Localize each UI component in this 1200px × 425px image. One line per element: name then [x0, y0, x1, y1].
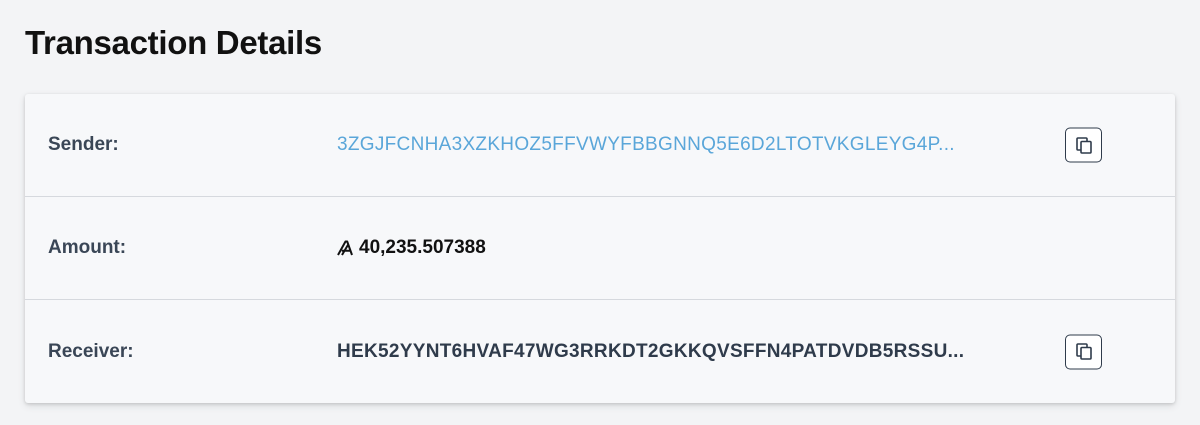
transaction-details-card: Sender: 3ZGJFCNHA3XZKHOZ5FFVWYFBBGNNQ5E6…	[25, 94, 1175, 403]
amount-value-group: 40,235.507388	[337, 237, 486, 259]
amount-label: Amount:	[48, 237, 127, 258]
amount-value: 40,235.507388	[359, 237, 486, 258]
amount-row: Amount: 40,235.507388	[25, 197, 1175, 300]
sender-row: Sender: 3ZGJFCNHA3XZKHOZ5FFVWYFBBGNNQ5E6…	[25, 94, 1175, 197]
receiver-address: HEK52YYNT6HVAF47WG3RRKDT2GKKQVSFFN4PATDV…	[337, 340, 965, 362]
receiver-label: Receiver:	[48, 340, 134, 362]
copy-icon	[1075, 343, 1092, 360]
copy-sender-button[interactable]	[1065, 127, 1102, 163]
copy-icon	[1075, 136, 1092, 154]
receiver-row: Receiver: HEK52YYNT6HVAF47WG3RRKDT2GKKQV…	[25, 300, 1175, 403]
sender-label: Sender:	[48, 134, 119, 155]
transaction-details-page: Transaction Details Sender: 3ZGJFCNHA3XZ…	[0, 0, 1200, 425]
copy-receiver-button[interactable]	[1065, 334, 1102, 369]
algo-icon	[337, 240, 353, 256]
page-title: Transaction Details	[25, 24, 322, 61]
sender-address-link[interactable]: 3ZGJFCNHA3XZKHOZ5FFVWYFBBGNNQ5E6D2LTOTVK…	[337, 134, 955, 156]
